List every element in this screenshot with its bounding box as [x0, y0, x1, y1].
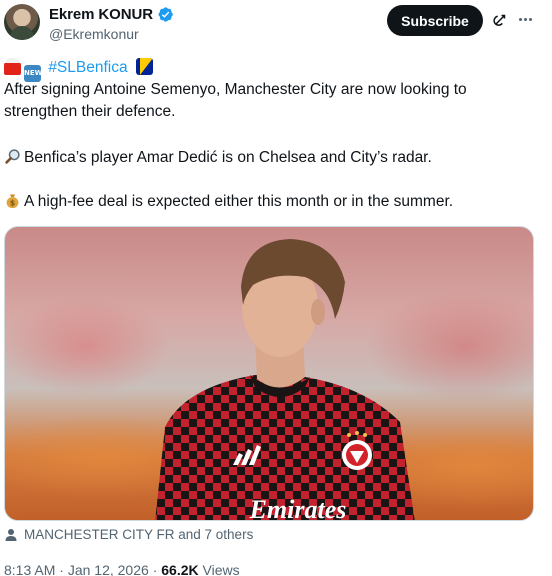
post-meta: 8:13 AM · Jan 12, 2026 · 66.2K Views: [4, 562, 240, 576]
liked-by-row[interactable]: MANCHESTER CITY FR and 7 others: [4, 527, 253, 542]
post-header: Ekrem KONUR @Ekremkonur Subscribe: [0, 0, 552, 50]
shirt-sponsor-text: Emirates: [249, 495, 347, 521]
meta-separator: ·: [152, 562, 158, 576]
more-dot: [528, 17, 532, 21]
grok-icon[interactable]: [491, 11, 509, 29]
meta-separator: ·: [59, 562, 64, 576]
post-image[interactable]: Emirates: [4, 226, 534, 521]
subscribe-button[interactable]: Subscribe: [387, 5, 483, 36]
views-label: Views: [202, 562, 240, 576]
liked-by-text: MANCHESTER CITY FR and 7 others: [24, 527, 254, 542]
person-icon: [5, 528, 17, 541]
views-count: 66.2K: [161, 562, 199, 576]
post-paragraph-3-line: $ A high-fee deal is expected either thi…: [4, 191, 544, 213]
post-paragraph-2: Benfica’s player Amar Dedić is on Chelse…: [24, 149, 432, 166]
magnifying-glass-icon: [5, 149, 20, 164]
sponsor-label: Emirates: [249, 495, 347, 521]
more-dots-icon[interactable]: [516, 10, 534, 28]
siren-icon: [4, 58, 21, 75]
hashtag-link[interactable]: #SLBenfica: [48, 59, 127, 76]
more-dot: [518, 17, 522, 21]
avatar[interactable]: [4, 4, 40, 40]
post-paragraph-1: After signing Antoine Semenyo, Mancheste…: [4, 81, 467, 120]
bosnia-flag-icon: [135, 58, 153, 75]
author-name-row: Ekrem KONUR: [49, 6, 174, 23]
more-dot: [523, 17, 527, 21]
post-paragraph-3: A high-fee deal is expected either this …: [24, 193, 454, 210]
post-paragraph-2-line: Benfica’s player Amar Dedić is on Chelse…: [4, 147, 544, 169]
money-bag-icon: $: [6, 194, 19, 209]
post-date[interactable]: Jan 12, 2026: [68, 562, 149, 576]
verified-badge-icon: [158, 7, 173, 22]
svg-text:$: $: [10, 199, 15, 208]
author-display-name[interactable]: Ekrem KONUR: [49, 6, 153, 23]
post-time[interactable]: 8:13 AM: [4, 562, 55, 576]
author-handle[interactable]: @Ekremkonur: [49, 26, 139, 42]
